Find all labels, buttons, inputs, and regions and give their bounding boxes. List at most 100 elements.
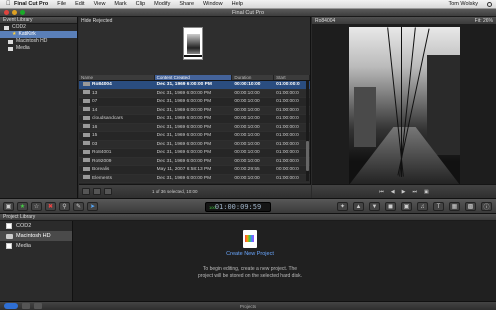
titles-browser-icon[interactable]: T (433, 202, 444, 211)
go-to-end-icon[interactable]: ⏭ (412, 189, 417, 195)
play-icon[interactable]: ▶ (402, 189, 406, 195)
filmstrip-area: Hide Rejected (79, 17, 310, 75)
vertical-scrollbar[interactable] (306, 81, 309, 181)
table-row[interactable]: Ro84004 Dec 31, 1969 6:00:00 PM 00:00:10:0… (79, 81, 310, 90)
cell-duration: 00:00:10:00 (232, 149, 274, 157)
go-to-start-icon[interactable]: ⏮ (379, 189, 384, 195)
column-content-created[interactable]: Content Created (154, 75, 233, 80)
themes-browser-icon[interactable]: ▩ (465, 202, 476, 211)
cell-duration-text: 00:00:10:00 (234, 175, 260, 181)
reject-button[interactable]: ✖ (45, 201, 56, 211)
apple-icon[interactable]:  (6, 1, 14, 7)
clip-thumbnail[interactable] (183, 27, 203, 60)
cell-start: 01:00:00:0 (274, 107, 310, 115)
table-row[interactable]: Borealis May 11, 2007 6:58:13 PM 00:00:29:… (79, 166, 310, 175)
cell-content-created: Dec 31, 1969 6:00:00 PM (155, 115, 233, 123)
cell-name-text: 03 (92, 141, 98, 147)
project-item-media[interactable]: Media (0, 241, 72, 251)
overwrite-clip-button[interactable]: ◼ (385, 202, 396, 211)
new-project-prompt: Create New Project To begin editing, cre… (195, 230, 305, 280)
menu-clip[interactable]: Clip (136, 1, 145, 7)
keyword-button[interactable]: ⚲ (59, 201, 70, 211)
menu-app[interactable]: Final Cut Pro (14, 1, 48, 7)
menu-view[interactable]: View (94, 1, 106, 7)
cell-duration-text: 00:00:10:00 (234, 124, 260, 130)
window-titlebar: Final Cut Pro (0, 9, 496, 17)
cell-start-text: 01:00:00:0 (276, 107, 299, 113)
table-row[interactable]: Elements Dec 31, 1969 6:00:00 PM 00:00:10:… (79, 174, 310, 183)
table-row[interactable]: 03 Dec 31, 1969 6:00:00 PM 00:00:10:00 01:0… (79, 140, 310, 149)
menu-edit[interactable]: Edit (75, 1, 84, 7)
menu-bar:  Final Cut Pro File Edit View Mark Clip… (0, 0, 496, 9)
filmstrip-view-button[interactable] (93, 188, 101, 195)
list-view-button[interactable] (104, 188, 112, 195)
column-name[interactable]: Name (79, 75, 155, 80)
cell-start-text: 01:00:00:0 (276, 116, 299, 121)
menu-file[interactable]: File (57, 1, 66, 7)
inspector-icon[interactable]: ⓘ (481, 202, 492, 211)
event-item-media[interactable]: Media (0, 45, 77, 52)
event-library-header: Event Library (0, 17, 77, 24)
photo-browser-icon[interactable]: ▣ (401, 202, 412, 211)
clip-appearance-button[interactable] (82, 188, 90, 195)
dashboard-timecode[interactable]: 100 01:00:09:59 (205, 202, 271, 212)
enhance-button[interactable]: ✎ (73, 201, 84, 211)
event-item-katikirk[interactable]: ★ KatiKirk (0, 31, 77, 38)
favorite-button[interactable]: ★ (17, 201, 28, 211)
append-clip-button[interactable]: ▼ (369, 202, 380, 211)
menu-share[interactable]: Share (179, 1, 194, 7)
rewind-icon[interactable]: ◀ (391, 189, 395, 195)
table-row[interactable]: Ro84001 Dec 31, 1969 6:00:00 PM 00:00:10:0… (79, 149, 310, 158)
insert-clip-button[interactable]: ▲ (353, 202, 364, 211)
project-item-macintosh-hd[interactable]: Macintosh HD (0, 231, 72, 241)
table-row[interactable]: Ro92009 Dec 31, 1969 6:00:00 PM 00:00:10:0… (79, 157, 310, 166)
table-row[interactable]: 15 Dec 31, 1969 6:00:00 PM 00:00:10:00 01:0… (79, 132, 310, 141)
cell-duration: 00:00:10:00 (232, 115, 274, 123)
project-library-header: Project Library (0, 214, 496, 221)
select-tool-button[interactable]: ➤ (87, 201, 98, 211)
zoom-menu[interactable]: Fit: 26% (475, 18, 493, 24)
column-start[interactable]: Start (274, 75, 310, 80)
cell-duration-text: 00:00:10:00 (234, 82, 261, 87)
cell-start-text: 01:00:00:0 (276, 90, 299, 96)
table-row[interactable]: 13 Dec 31, 1969 6:00:00 PM 00:00:10:00 01:0… (79, 89, 310, 98)
table-row[interactable]: 16 Dec 31, 1969 6:00:00 PM 00:00:10:00 01:0… (79, 123, 310, 132)
scroll-thumb[interactable] (306, 141, 309, 171)
column-duration[interactable]: Duration (232, 75, 275, 80)
cell-name-text: Ro84004 (92, 82, 112, 87)
cell-name: Ro92009 (79, 158, 155, 166)
table-row[interactable]: 14 Dec 31, 1969 6:00:00 PM 00:00:10:00 01:0… (79, 106, 310, 115)
project-item-cod2[interactable]: COD2 (0, 221, 72, 231)
event-item-label: COD2 (12, 24, 26, 30)
cell-content-created-text: Dec 31, 1969 6:00:00 PM (156, 124, 212, 130)
table-row[interactable]: 07 Dec 31, 1969 6:00:00 PM 00:00:10:00 01:0… (79, 98, 310, 107)
menu-window[interactable]: Window (203, 1, 223, 7)
clip-icon (83, 149, 90, 154)
project-item-label: Media (16, 243, 31, 249)
viewer-clip-name: Ro84004 (315, 17, 336, 24)
menu-modify[interactable]: Modify (154, 1, 170, 7)
filter-menu[interactable]: Hide Rejected (81, 18, 112, 24)
event-item-macintosh-hd[interactable]: Macintosh HD (0, 38, 77, 45)
event-item-cod2[interactable]: COD2 (0, 24, 77, 31)
cell-start-text: 01:00:00:0 (276, 99, 299, 104)
cell-duration: 00:00:29:55 (232, 166, 274, 174)
connect-clip-button[interactable]: ✦ (337, 202, 348, 211)
new-project-icon[interactable] (243, 230, 257, 248)
viewer-header: Ro84004 Fit: 26% (312, 17, 496, 24)
fullscreen-icon[interactable]: ▣ (424, 189, 429, 195)
unrate-button[interactable]: ☆ (31, 201, 42, 211)
spotlight-icon[interactable] (487, 1, 492, 7)
generators-browser-icon[interactable]: ▦ (449, 202, 460, 211)
clip-icon (83, 175, 90, 180)
cell-name-text: Elements (92, 175, 112, 181)
import-button[interactable]: ▣ (3, 201, 14, 211)
menu-user[interactable]: Tom Wolsky (448, 1, 478, 7)
create-new-project-link[interactable]: Create New Project (195, 251, 305, 257)
menu-mark[interactable]: Mark (114, 1, 126, 7)
menu-help[interactable]: Help (232, 1, 243, 7)
music-browser-icon[interactable]: ♫ (417, 202, 428, 211)
cell-start: 01:00:00:0 (274, 90, 310, 98)
table-row[interactable]: cloudsandcars Dec 31, 1969 6:00:00 PM 00:0… (79, 115, 310, 124)
cell-duration: 00:00:10:00 (232, 90, 274, 98)
